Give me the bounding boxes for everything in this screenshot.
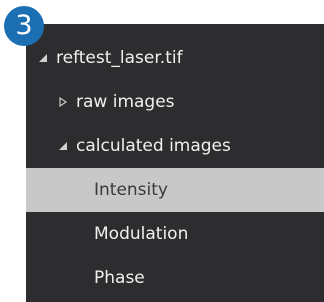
collapsed-triangle-icon[interactable]	[56, 95, 70, 109]
tree-item-phase[interactable]: Phase	[26, 256, 324, 300]
tree-item-label: raw images	[76, 92, 175, 112]
screenshot-root: 3 reftest_laser.tif raw images calculate…	[0, 0, 324, 302]
tree-item-label: Modulation	[94, 224, 189, 244]
tree-item-intensity[interactable]: Intensity	[26, 168, 324, 212]
tree-item-file[interactable]: reftest_laser.tif	[26, 36, 324, 80]
step-number-badge: 3	[4, 6, 44, 46]
tree-item-label: reftest_laser.tif	[56, 48, 183, 68]
tree-item-raw-images[interactable]: raw images	[26, 80, 324, 124]
tree-item-label: Phase	[94, 268, 145, 288]
tree-item-modulation[interactable]: Modulation	[26, 212, 324, 256]
tree-item-calculated-images[interactable]: calculated images	[26, 124, 324, 168]
file-tree-panel: reftest_laser.tif raw images calculated …	[26, 24, 324, 302]
tree-item-label: Intensity	[94, 180, 168, 200]
expanded-triangle-icon[interactable]	[36, 51, 50, 65]
tree-item-label: calculated images	[76, 136, 231, 156]
expanded-triangle-icon[interactable]	[56, 139, 70, 153]
